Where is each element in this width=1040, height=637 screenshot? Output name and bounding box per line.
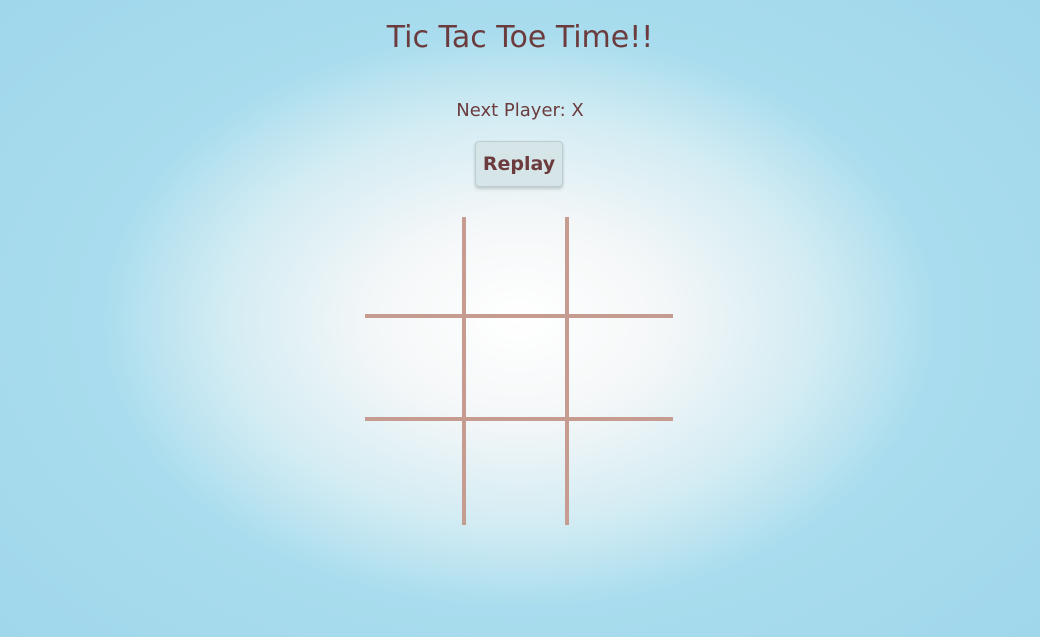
board-cell-3[interactable] [365,318,466,421]
board-cell-8[interactable] [569,421,673,525]
next-player-status: Next Player: X [456,100,584,121]
board-cell-5[interactable] [569,318,673,421]
board-cell-4[interactable] [466,318,569,421]
game-title: Tic Tac Toe Time!! [386,20,654,55]
game-board [365,217,673,525]
board-cell-1[interactable] [466,217,569,318]
replay-button[interactable]: Replay [475,141,563,187]
board-cell-0[interactable] [365,217,466,318]
board-cell-7[interactable] [466,421,569,525]
board-cell-6[interactable] [365,421,466,525]
board-cell-2[interactable] [569,217,673,318]
